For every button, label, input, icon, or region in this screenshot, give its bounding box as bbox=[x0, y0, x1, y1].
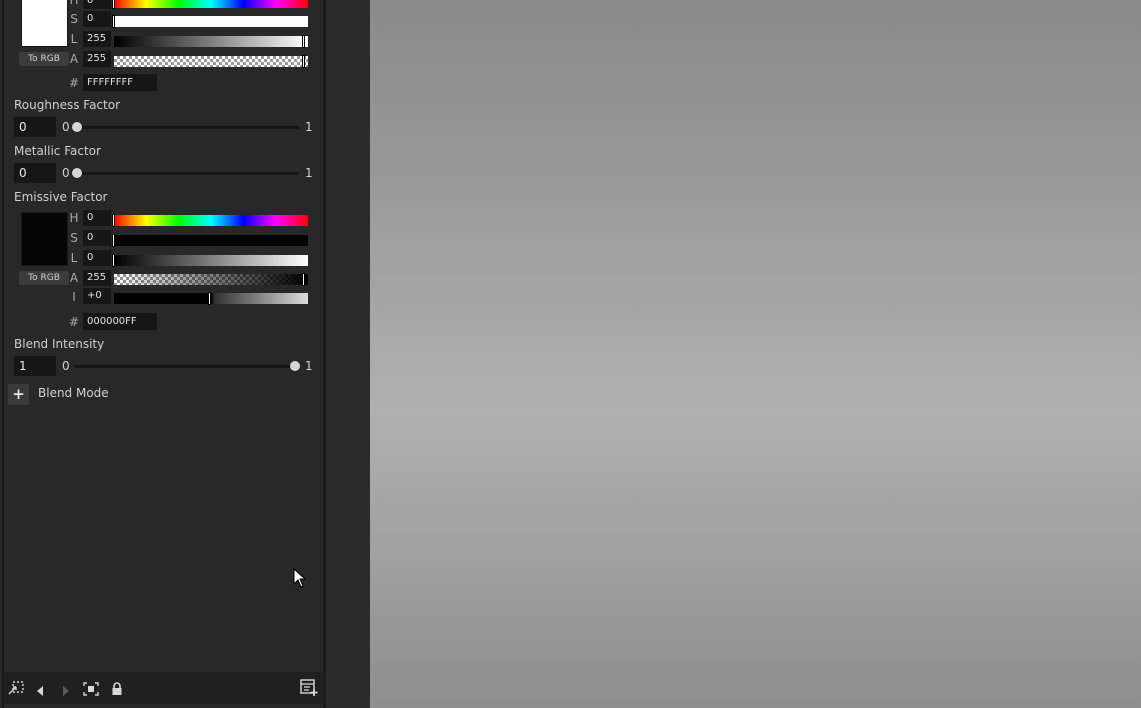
base-s-value[interactable]: 0 bbox=[83, 11, 111, 27]
back-arrow-icon[interactable] bbox=[34, 682, 46, 696]
bottom-toolbar bbox=[4, 672, 323, 704]
blend-intensity-slider-knob[interactable] bbox=[290, 361, 300, 371]
base-saturation-slider[interactable] bbox=[114, 16, 308, 27]
base-h-label: H bbox=[69, 0, 79, 7]
emissive-hue-slider[interactable] bbox=[114, 215, 308, 226]
emissive-lightness-slider[interactable] bbox=[114, 255, 308, 266]
base-lightness-handle[interactable] bbox=[302, 35, 305, 48]
metallic-slider-knob[interactable] bbox=[72, 168, 82, 178]
emissive-label: Emissive Factor bbox=[14, 190, 108, 204]
metallic-min: 0 bbox=[62, 166, 70, 180]
viewport-3d[interactable] bbox=[370, 0, 1141, 708]
base-to-rgb-button[interactable]: To RGB bbox=[19, 52, 69, 66]
blend-intensity-slider-track[interactable] bbox=[74, 365, 299, 368]
emissive-s-label: S bbox=[70, 231, 78, 245]
metallic-slider-track[interactable] bbox=[74, 172, 299, 175]
blend-intensity-min: 0 bbox=[62, 359, 70, 373]
emissive-i-label: I bbox=[72, 290, 76, 304]
roughness-input[interactable]: 0 bbox=[14, 117, 56, 137]
metallic-max: 1 bbox=[305, 166, 313, 180]
emissive-color-swatch[interactable] bbox=[21, 212, 68, 266]
emissive-hash-label: # bbox=[69, 315, 80, 329]
emissive-saturation-slider[interactable] bbox=[114, 235, 308, 246]
roughness-slider-knob[interactable] bbox=[72, 122, 82, 132]
add-panel-icon[interactable] bbox=[300, 679, 318, 697]
emissive-saturation-handle[interactable] bbox=[112, 234, 115, 247]
base-alpha-handle[interactable] bbox=[302, 55, 305, 68]
panel-left-border bbox=[2, 0, 4, 708]
pick-object-icon[interactable] bbox=[7, 680, 25, 696]
blend-mode-label: Blend Mode bbox=[38, 386, 109, 400]
frame-selection-icon[interactable] bbox=[83, 681, 99, 696]
emissive-hex-input[interactable]: 000000FF bbox=[83, 313, 157, 330]
side-gutter bbox=[326, 0, 370, 708]
base-hex-input[interactable]: FFFFFFFF bbox=[83, 74, 157, 91]
emissive-alpha-overlay bbox=[114, 274, 308, 285]
emissive-h-label: H bbox=[69, 211, 79, 225]
blend-intensity-label: Blend Intensity bbox=[14, 337, 105, 351]
emissive-i-value[interactable]: +0 bbox=[83, 288, 111, 304]
roughness-label: Roughness Factor bbox=[14, 98, 121, 112]
lock-icon[interactable] bbox=[111, 681, 123, 695]
base-l-value[interactable]: 255 bbox=[83, 31, 111, 47]
base-color-swatch[interactable] bbox=[21, 0, 68, 47]
base-lightness-slider[interactable] bbox=[114, 36, 308, 47]
emissive-alpha-handle[interactable] bbox=[302, 273, 305, 286]
base-saturation-handle[interactable] bbox=[112, 15, 115, 28]
emissive-h-value[interactable]: 0 bbox=[83, 210, 111, 226]
base-a-label: A bbox=[69, 52, 79, 66]
roughness-slider-track[interactable] bbox=[74, 126, 299, 129]
emissive-intensity-handle[interactable] bbox=[208, 292, 211, 305]
base-hue-handle[interactable] bbox=[112, 0, 115, 9]
emissive-a-value[interactable]: 255 bbox=[83, 270, 111, 286]
emissive-l-value[interactable]: 0 bbox=[83, 250, 111, 266]
blend-mode-expand-button[interactable]: + bbox=[8, 384, 29, 405]
mouse-cursor-icon bbox=[293, 567, 307, 588]
blend-intensity-max: 1 bbox=[305, 359, 313, 373]
emissive-s-value[interactable]: 0 bbox=[83, 230, 111, 246]
base-hue-slider[interactable] bbox=[114, 0, 308, 8]
base-h-value[interactable]: 0 bbox=[83, 0, 111, 9]
emissive-to-rgb-button[interactable]: To RGB bbox=[19, 271, 69, 285]
emissive-l-label: L bbox=[70, 251, 78, 265]
base-a-value[interactable]: 255 bbox=[83, 51, 111, 67]
emissive-hue-handle[interactable] bbox=[112, 214, 115, 227]
emissive-intensity-slider[interactable] bbox=[114, 293, 308, 304]
metallic-input[interactable]: 0 bbox=[14, 163, 56, 183]
base-s-label: S bbox=[70, 12, 78, 26]
forward-arrow-icon[interactable] bbox=[60, 682, 72, 696]
base-l-label: L bbox=[70, 32, 78, 46]
base-alpha-slider[interactable] bbox=[114, 56, 308, 67]
roughness-min: 0 bbox=[62, 120, 70, 134]
emissive-a-label: A bbox=[69, 271, 79, 285]
metallic-label: Metallic Factor bbox=[14, 144, 101, 158]
blend-intensity-input[interactable]: 1 bbox=[14, 356, 56, 376]
roughness-max: 1 bbox=[305, 120, 313, 134]
emissive-lightness-handle[interactable] bbox=[112, 254, 115, 267]
base-hash-label: # bbox=[69, 76, 80, 90]
